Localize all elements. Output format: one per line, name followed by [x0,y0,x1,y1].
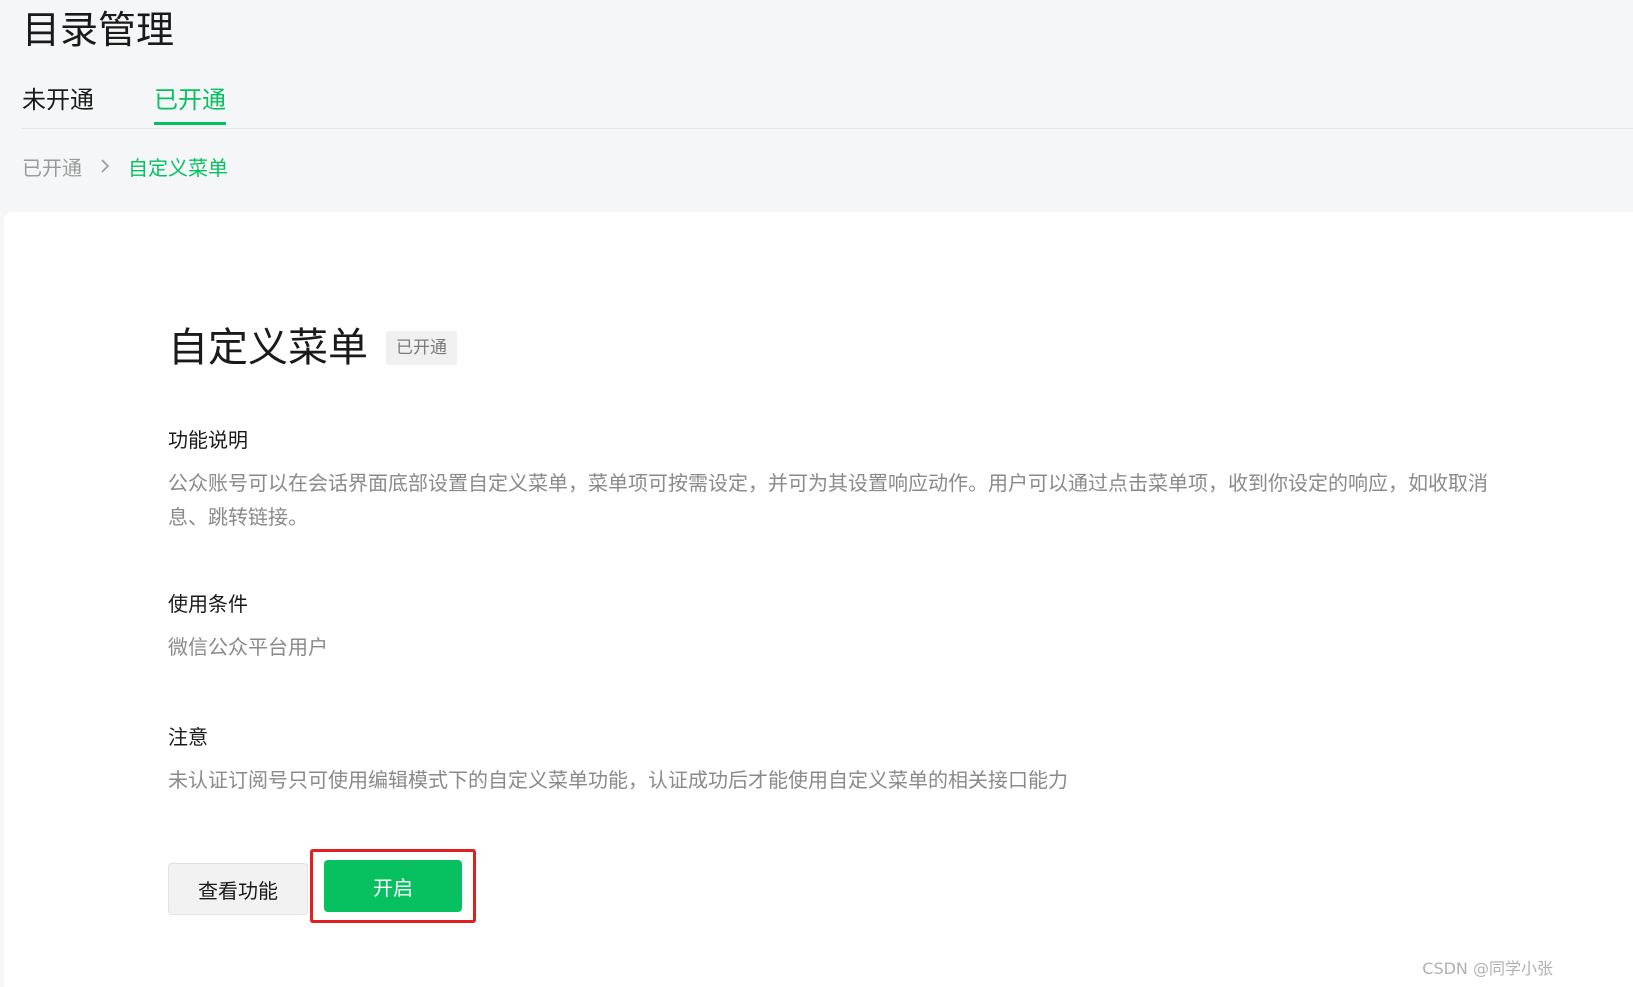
enable-button[interactable]: 开启 [324,860,462,912]
feature-header: 自定义菜单 已开通 [168,320,457,376]
tab-not-enabled[interactable]: 未开通 [22,84,94,122]
feature-card: 自定义菜单 已开通 功能说明 公众账号可以在会话界面底部设置自定义菜单，菜单项可… [4,212,1633,987]
section-body: 未认证订阅号只可使用编辑模式下的自定义菜单功能，认证成功后才能使用自定义菜单的相… [168,768,1068,792]
status-badge: 已开通 [386,331,457,365]
tab-enabled[interactable]: 已开通 [154,84,226,125]
watermark: CSDN @同学小张 [1422,959,1553,978]
tab-bar: 未开通 已开通 [22,84,1633,129]
feature-title: 自定义菜单 [168,325,368,371]
section-heading: 使用条件 [168,592,248,616]
breadcrumb-current: 自定义菜单 [128,155,228,180]
section-heading: 注意 [168,725,208,749]
section-notice: 注意 未认证订阅号只可使用编辑模式下的自定义菜单功能，认证成功后才能使用自定义菜… [168,723,1518,797]
section-body: 公众账号可以在会话界面底部设置自定义菜单，菜单项可按需设定，并可为其设置响应动作… [168,471,1488,529]
view-feature-button[interactable]: 查看功能 [168,863,308,915]
highlight-annotation-box: 开启 [310,849,476,923]
section-conditions: 使用条件 微信公众平台用户 [168,590,1518,664]
chevron-right-icon [100,158,110,174]
page-title: 目录管理 [22,8,175,52]
section-heading: 功能说明 [168,428,248,452]
action-buttons: 查看功能 开启 [168,849,476,923]
section-description: 功能说明 公众账号可以在会话界面底部设置自定义菜单，菜单项可按需设定，并可为其设… [168,426,1518,534]
breadcrumb-parent-link[interactable]: 已开通 [22,152,82,181]
section-body: 微信公众平台用户 [168,635,328,659]
breadcrumb: 已开通 自定义菜单 [22,150,228,182]
